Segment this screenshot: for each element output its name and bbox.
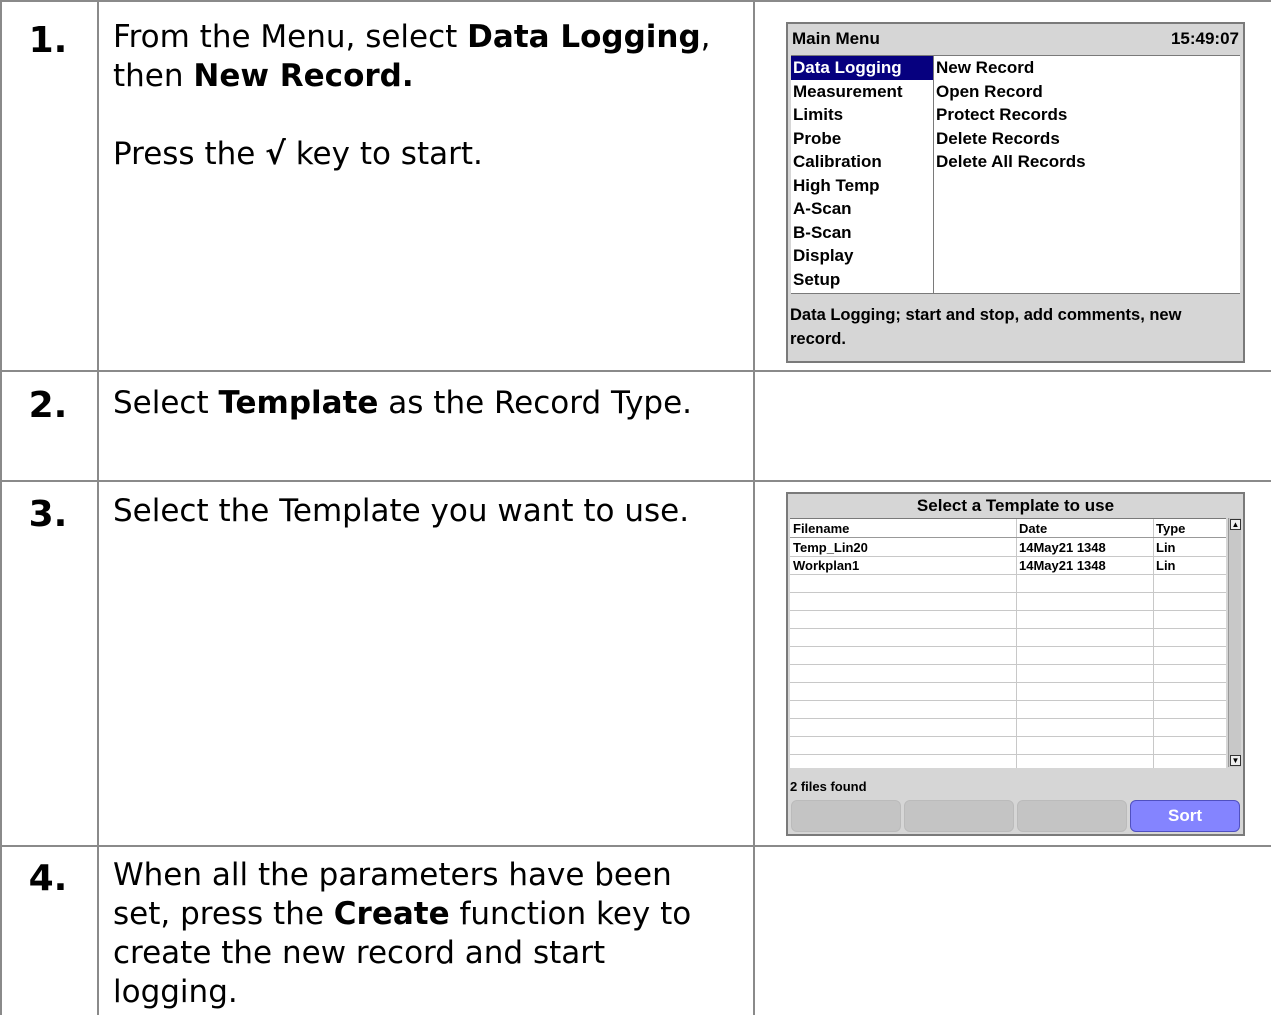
template-table: Filename Date Type Temp_Lin20 14May21 13…	[790, 518, 1226, 768]
column-header-filename[interactable]: Filename	[793, 521, 849, 536]
menu-item-a-scan[interactable]: A-Scan	[791, 197, 933, 221]
cell-date: 14May21 1348	[1019, 540, 1106, 555]
scrollbar[interactable]: ▲ ▼	[1228, 518, 1241, 767]
empty-row	[790, 646, 1226, 665]
menu-item-setup[interactable]: Setup	[791, 268, 933, 292]
step-4-text: When all the parameters have been set, p…	[113, 856, 738, 1012]
empty-row	[790, 574, 1226, 593]
table-row[interactable]: Temp_Lin20 14May21 1348 Lin	[790, 538, 1226, 557]
submenu-item-new-record[interactable]: New Record	[934, 56, 1234, 80]
table-row-divider-2	[0, 480, 1271, 482]
menu-item-display[interactable]: Display	[791, 244, 933, 268]
empty-row	[790, 682, 1226, 701]
screen-title: Select a Template to use	[916, 496, 1115, 515]
table-divider-col2	[753, 0, 755, 1015]
menu-item-measurement[interactable]: Measurement	[791, 80, 933, 104]
menu-item-high-temp[interactable]: High Temp	[791, 174, 933, 198]
empty-row	[790, 628, 1226, 647]
table-row-divider-3	[0, 845, 1271, 847]
step-1-line-1: From the Menu, select Data Logging,	[113, 19, 711, 55]
cell-filename: Workplan1	[793, 558, 860, 573]
scroll-up-icon[interactable]: ▲	[1230, 519, 1241, 530]
empty-row	[790, 610, 1226, 629]
table-row-divider-1	[0, 370, 1271, 372]
menu-item-b-scan[interactable]: B-Scan	[791, 221, 933, 245]
submenu-list: New Record Open Record Protect Records D…	[934, 56, 1234, 174]
menu-item-calibration[interactable]: Calibration	[791, 150, 933, 174]
table-divider-col1	[97, 0, 99, 1015]
step-2-text: Select Template as the Record Type.	[113, 385, 693, 421]
status-text: 2 files found	[790, 779, 867, 794]
step-1-line-2: then New Record.	[113, 58, 414, 94]
menu-item-probe[interactable]: Probe	[791, 127, 933, 151]
table-row[interactable]: Workplan1 14May21 1348 Lin	[790, 556, 1226, 575]
function-key-2[interactable]	[904, 800, 1014, 832]
menu-item-limits[interactable]: Limits	[791, 103, 933, 127]
step-1-line-3: Press the √ key to start.	[113, 136, 483, 172]
empty-row	[790, 718, 1226, 737]
check-key-icon: √	[265, 136, 286, 172]
empty-row	[790, 592, 1226, 611]
cell-filename: Temp_Lin20	[793, 540, 868, 555]
step-number: 3.	[28, 494, 68, 535]
table-header: Filename Date Type	[790, 519, 1226, 538]
main-menu-list: Data Logging Measurement Limits Probe Ca…	[791, 56, 934, 293]
empty-row	[790, 700, 1226, 719]
main-menu-screen: Main Menu 15:49:07 Data Logging Measurem…	[786, 22, 1245, 363]
status-text: Data Logging; start and stop, add commen…	[790, 306, 1182, 348]
menu-item-data-logging[interactable]: Data Logging	[791, 56, 933, 80]
step-4-line-4: logging.	[113, 974, 238, 1010]
table-border-top	[0, 0, 1271, 2]
scroll-down-icon[interactable]: ▼	[1230, 755, 1241, 766]
step-number: 4.	[28, 858, 68, 899]
step-4-line-2: set, press the Create function key to	[113, 896, 692, 932]
submenu-item-open-record[interactable]: Open Record	[934, 80, 1234, 104]
cell-type: Lin	[1156, 558, 1176, 573]
function-key-1[interactable]	[791, 800, 901, 832]
function-key-3[interactable]	[1017, 800, 1127, 832]
menu-panel: Data Logging Measurement Limits Probe Ca…	[791, 55, 1240, 294]
step-number: 1.	[28, 20, 68, 61]
empty-row	[790, 736, 1226, 755]
column-header-date[interactable]: Date	[1019, 521, 1047, 536]
step-3-text: Select the Template you want to use.	[113, 493, 690, 529]
cell-date: 14May21 1348	[1019, 558, 1106, 573]
step-1-text: From the Menu, select Data Logging, then…	[113, 18, 738, 174]
submenu-item-delete-all-records[interactable]: Delete All Records	[934, 150, 1234, 174]
cell-type: Lin	[1156, 540, 1176, 555]
column-header-type[interactable]: Type	[1156, 521, 1185, 536]
template-select-screen: Select a Template to use Filename Date T…	[786, 492, 1245, 836]
step-number: 2.	[28, 385, 68, 426]
screen-title: Main Menu	[792, 29, 880, 48]
step-4-line-1: When all the parameters have been	[113, 857, 672, 893]
submenu-item-delete-records[interactable]: Delete Records	[934, 127, 1234, 151]
submenu-item-protect-records[interactable]: Protect Records	[934, 103, 1234, 127]
clock: 15:49:07	[1170, 29, 1239, 48]
sort-button[interactable]: Sort	[1130, 800, 1240, 832]
empty-row	[790, 664, 1226, 683]
step-4-line-3: create the new record and start	[113, 935, 606, 971]
